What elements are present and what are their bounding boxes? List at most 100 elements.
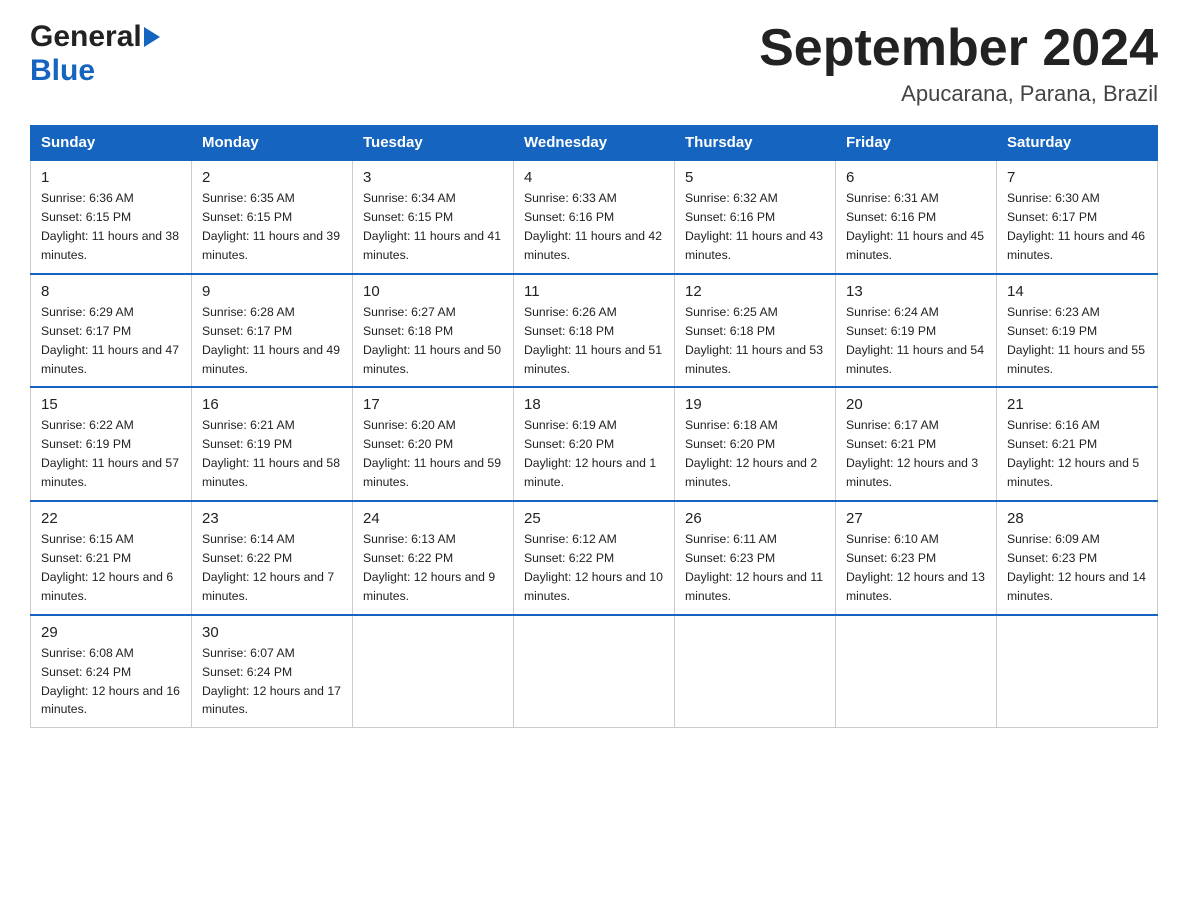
day-number: 13 bbox=[846, 283, 986, 300]
day-number: 29 bbox=[41, 624, 181, 641]
day-number: 28 bbox=[1007, 510, 1147, 527]
day-number: 20 bbox=[846, 396, 986, 413]
day-number: 14 bbox=[1007, 283, 1147, 300]
day-number: 24 bbox=[363, 510, 503, 527]
day-number: 6 bbox=[846, 169, 986, 186]
day-number: 10 bbox=[363, 283, 503, 300]
table-row: 16Sunrise: 6:21 AMSunset: 6:19 PMDayligh… bbox=[192, 387, 353, 501]
table-row: 4 Sunrise: 6:33 AMSunset: 6:16 PMDaylight… bbox=[514, 160, 675, 274]
table-row: 18Sunrise: 6:19 AMSunset: 6:20 PMDayligh… bbox=[514, 387, 675, 501]
page-title: September 2024 bbox=[759, 20, 1158, 77]
day-info: Sunrise: 6:16 AMSunset: 6:21 PMDaylight:… bbox=[1007, 416, 1147, 492]
table-row bbox=[836, 615, 997, 728]
day-number: 23 bbox=[202, 510, 342, 527]
table-row: 6Sunrise: 6:31 AMSunset: 6:16 PMDaylight… bbox=[836, 160, 997, 274]
day-info: Sunrise: 6:33 AMSunset: 6:16 PMDaylight:… bbox=[524, 189, 664, 265]
calendar-header-row: Sunday Monday Tuesday Wednesday Thursday… bbox=[31, 126, 1158, 161]
table-row: 14Sunrise: 6:23 AMSunset: 6:19 PMDayligh… bbox=[997, 274, 1158, 388]
calendar-week-row: 15 Sunrise: 6:22 AMSunset: 6:19 PMDayligh… bbox=[31, 387, 1158, 501]
day-info: Sunrise: 6:18 AMSunset: 6:20 PMDaylight:… bbox=[685, 416, 825, 492]
col-friday: Friday bbox=[836, 126, 997, 161]
table-row: 3 Sunrise: 6:34 AMSunset: 6:15 PMDaylight… bbox=[353, 160, 514, 274]
logo: General Blue bbox=[30, 20, 160, 88]
day-number: 21 bbox=[1007, 396, 1147, 413]
table-row: 26 Sunrise: 6:11 AMSunset: 6:23 PMDayligh… bbox=[675, 501, 836, 615]
table-row: 10 Sunrise: 6:27 AMSunset: 6:18 PMDayligh… bbox=[353, 274, 514, 388]
table-row: 13 Sunrise: 6:24 AMSunset: 6:19 PMDayligh… bbox=[836, 274, 997, 388]
col-thursday: Thursday bbox=[675, 126, 836, 161]
day-number: 30 bbox=[202, 624, 342, 641]
day-number: 17 bbox=[363, 396, 503, 413]
table-row: 17 Sunrise: 6:20 AMSunset: 6:20 PMDayligh… bbox=[353, 387, 514, 501]
day-info: Sunrise: 6:09 AMSunset: 6:23 PMDaylight:… bbox=[1007, 530, 1147, 606]
table-row: 28 Sunrise: 6:09 AMSunset: 6:23 PMDayligh… bbox=[997, 501, 1158, 615]
day-info: Sunrise: 6:32 AMSunset: 6:16 PMDaylight:… bbox=[685, 189, 825, 265]
day-number: 26 bbox=[685, 510, 825, 527]
col-wednesday: Wednesday bbox=[514, 126, 675, 161]
day-info: Sunrise: 6:21 AMSunset: 6:19 PMDaylight:… bbox=[202, 416, 342, 492]
day-number: 8 bbox=[41, 283, 181, 300]
logo-arrow-icon bbox=[144, 27, 160, 47]
table-row bbox=[997, 615, 1158, 728]
table-row: 20Sunrise: 6:17 AMSunset: 6:21 PMDayligh… bbox=[836, 387, 997, 501]
page-subtitle: Apucarana, Parana, Brazil bbox=[759, 81, 1158, 107]
table-row: 30Sunrise: 6:07 AMSunset: 6:24 PMDayligh… bbox=[192, 615, 353, 728]
table-row bbox=[675, 615, 836, 728]
day-info: Sunrise: 6:24 AMSunset: 6:19 PMDaylight:… bbox=[846, 303, 986, 379]
table-row bbox=[514, 615, 675, 728]
logo-general-text: General bbox=[30, 20, 142, 54]
day-info: Sunrise: 6:10 AMSunset: 6:23 PMDaylight:… bbox=[846, 530, 986, 606]
day-info: Sunrise: 6:30 AMSunset: 6:17 PMDaylight:… bbox=[1007, 189, 1147, 265]
day-info: Sunrise: 6:12 AMSunset: 6:22 PMDaylight:… bbox=[524, 530, 664, 606]
day-info: Sunrise: 6:27 AMSunset: 6:18 PMDaylight:… bbox=[363, 303, 503, 379]
table-row: 15 Sunrise: 6:22 AMSunset: 6:19 PMDayligh… bbox=[31, 387, 192, 501]
day-number: 15 bbox=[41, 396, 181, 413]
day-info: Sunrise: 6:36 AMSunset: 6:15 PMDaylight:… bbox=[41, 189, 181, 265]
day-info: Sunrise: 6:29 AMSunset: 6:17 PMDaylight:… bbox=[41, 303, 181, 379]
calendar-week-row: 8 Sunrise: 6:29 AMSunset: 6:17 PMDaylight… bbox=[31, 274, 1158, 388]
col-saturday: Saturday bbox=[997, 126, 1158, 161]
table-row: 12Sunrise: 6:25 AMSunset: 6:18 PMDayligh… bbox=[675, 274, 836, 388]
table-row: 19Sunrise: 6:18 AMSunset: 6:20 PMDayligh… bbox=[675, 387, 836, 501]
day-info: Sunrise: 6:34 AMSunset: 6:15 PMDaylight:… bbox=[363, 189, 503, 265]
table-row: 23Sunrise: 6:14 AMSunset: 6:22 PMDayligh… bbox=[192, 501, 353, 615]
table-row: 21 Sunrise: 6:16 AMSunset: 6:21 PMDayligh… bbox=[997, 387, 1158, 501]
table-row: 11Sunrise: 6:26 AMSunset: 6:18 PMDayligh… bbox=[514, 274, 675, 388]
table-row: 9 Sunrise: 6:28 AMSunset: 6:17 PMDaylight… bbox=[192, 274, 353, 388]
day-info: Sunrise: 6:19 AMSunset: 6:20 PMDaylight:… bbox=[524, 416, 664, 492]
table-row: 5 Sunrise: 6:32 AMSunset: 6:16 PMDaylight… bbox=[675, 160, 836, 274]
day-info: Sunrise: 6:15 AMSunset: 6:21 PMDaylight:… bbox=[41, 530, 181, 606]
day-info: Sunrise: 6:11 AMSunset: 6:23 PMDaylight:… bbox=[685, 530, 825, 606]
table-row: 29 Sunrise: 6:08 AMSunset: 6:24 PMDayligh… bbox=[31, 615, 192, 728]
table-row: 2 Sunrise: 6:35 AMSunset: 6:15 PMDaylight… bbox=[192, 160, 353, 274]
day-number: 9 bbox=[202, 283, 342, 300]
day-number: 3 bbox=[363, 169, 503, 186]
day-info: Sunrise: 6:28 AMSunset: 6:17 PMDaylight:… bbox=[202, 303, 342, 379]
table-row: 25 Sunrise: 6:12 AMSunset: 6:22 PMDayligh… bbox=[514, 501, 675, 615]
calendar-table: Sunday Monday Tuesday Wednesday Thursday… bbox=[30, 125, 1158, 728]
table-row bbox=[353, 615, 514, 728]
day-info: Sunrise: 6:35 AMSunset: 6:15 PMDaylight:… bbox=[202, 189, 342, 265]
day-number: 4 bbox=[524, 169, 664, 186]
col-tuesday: Tuesday bbox=[353, 126, 514, 161]
table-row: 22 Sunrise: 6:15 AMSunset: 6:21 PMDayligh… bbox=[31, 501, 192, 615]
calendar-week-row: 1 Sunrise: 6:36 AMSunset: 6:15 PMDaylight… bbox=[31, 160, 1158, 274]
table-row: 24Sunrise: 6:13 AMSunset: 6:22 PMDayligh… bbox=[353, 501, 514, 615]
page-header: General Blue September 2024 Apucarana, P… bbox=[30, 20, 1158, 107]
day-number: 2 bbox=[202, 169, 342, 186]
day-number: 1 bbox=[41, 169, 181, 186]
col-monday: Monday bbox=[192, 126, 353, 161]
day-info: Sunrise: 6:08 AMSunset: 6:24 PMDaylight:… bbox=[41, 644, 181, 720]
day-info: Sunrise: 6:26 AMSunset: 6:18 PMDaylight:… bbox=[524, 303, 664, 379]
col-sunday: Sunday bbox=[31, 126, 192, 161]
day-info: Sunrise: 6:25 AMSunset: 6:18 PMDaylight:… bbox=[685, 303, 825, 379]
day-number: 5 bbox=[685, 169, 825, 186]
table-row: 8 Sunrise: 6:29 AMSunset: 6:17 PMDaylight… bbox=[31, 274, 192, 388]
day-info: Sunrise: 6:22 AMSunset: 6:19 PMDaylight:… bbox=[41, 416, 181, 492]
day-number: 25 bbox=[524, 510, 664, 527]
table-row: 1 Sunrise: 6:36 AMSunset: 6:15 PMDaylight… bbox=[31, 160, 192, 274]
day-info: Sunrise: 6:20 AMSunset: 6:20 PMDaylight:… bbox=[363, 416, 503, 492]
calendar-week-row: 22 Sunrise: 6:15 AMSunset: 6:21 PMDayligh… bbox=[31, 501, 1158, 615]
calendar-week-row: 29 Sunrise: 6:08 AMSunset: 6:24 PMDayligh… bbox=[31, 615, 1158, 728]
day-number: 22 bbox=[41, 510, 181, 527]
